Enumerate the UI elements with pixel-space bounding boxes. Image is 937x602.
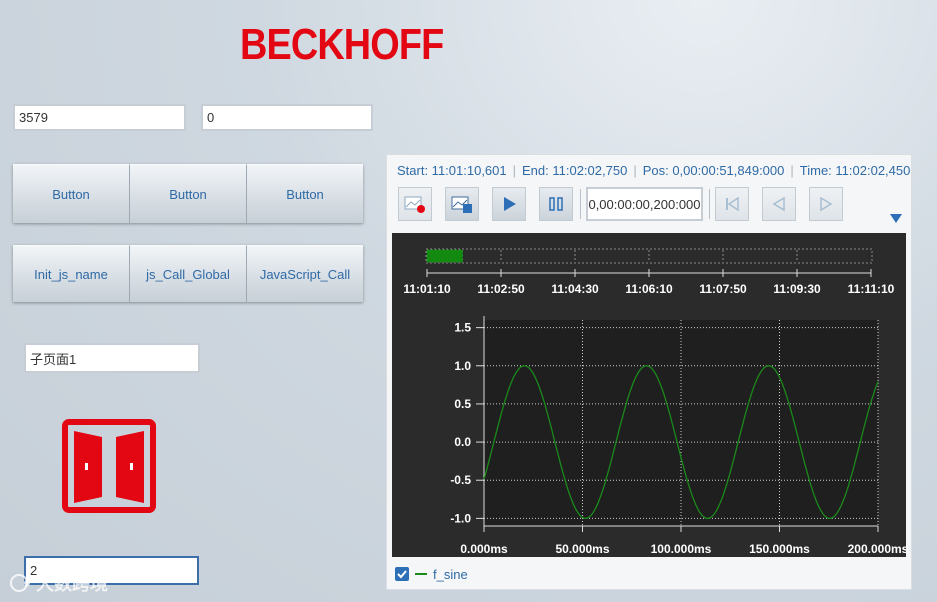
x-tick-label: 150.000ms	[749, 542, 810, 556]
y-tick-label: -0.5	[450, 473, 471, 487]
trend-info-bar: Start: 11:01:10,601 | End: 11:02:02,750 …	[397, 162, 911, 178]
trend-plot: 11:01:10 11:02:50 11:04:30 11:06:10 11:07:50…	[392, 233, 909, 557]
overview-tick-label: 11:02:50	[477, 282, 525, 296]
button-2[interactable]: Button	[130, 164, 247, 223]
overview-tick-label: 11:06:10	[625, 282, 673, 296]
x-tick-label: 0.000ms	[460, 542, 508, 556]
overview-tick-label: 11:07:50	[699, 282, 747, 296]
subpage-field[interactable]: 子页面1	[24, 343, 200, 373]
current-time: Time: 11:02:02,450	[799, 162, 911, 178]
end-time: End: 11:02:02,750	[522, 162, 628, 178]
y-tick-label: -1.0	[450, 511, 471, 525]
y-tick-label: 1.0	[454, 359, 471, 373]
y-tick-label: 0.0	[454, 435, 471, 449]
trend-panel: Start: 11:01:10,601 | End: 11:02:02,750 …	[386, 154, 912, 590]
trend-legend: f_sine	[395, 564, 468, 584]
step-back-icon[interactable]	[762, 187, 796, 221]
trend-toolbar: 0,00:00:00,200:000	[387, 185, 911, 225]
pause-icon[interactable]	[539, 187, 573, 221]
button-row-1: Button Button Button	[13, 164, 363, 223]
interval-field[interactable]: 0,00:00:00,200:000	[586, 187, 703, 221]
overview-tick-label: 11:09:30	[773, 282, 821, 296]
js-call-global-button[interactable]: js_Call_Global	[130, 245, 247, 302]
x-tick-label: 50.000ms	[555, 542, 609, 556]
skip-start-icon[interactable]	[715, 187, 749, 221]
legend-label: f_sine	[433, 566, 468, 582]
dropdown-arrow-icon[interactable]	[890, 211, 904, 223]
beckhoff-logo: BECKHOFF	[240, 20, 444, 69]
javascript-call-button[interactable]: JavaScript_Call	[247, 245, 363, 302]
door-open-icon[interactable]	[62, 419, 156, 513]
start-time: Start: 11:01:10,601	[397, 162, 507, 178]
button-1[interactable]: Button	[13, 164, 130, 223]
overview-tick-label: 11:01:10	[403, 282, 451, 296]
overview-range[interactable]	[426, 249, 464, 263]
position-time: Pos: 0,00:00:51,849:000	[642, 162, 785, 178]
value-field-1[interactable]: 3579	[13, 104, 186, 131]
init-js-name-button[interactable]: Init_js_name	[13, 245, 130, 302]
y-tick-label: 1.5	[454, 321, 471, 335]
step-forward-icon[interactable]	[809, 187, 843, 221]
overview-ticks: 11:01:10 11:02:50 11:04:30 11:06:10 11:07:50…	[403, 250, 895, 296]
legend-line	[415, 573, 427, 575]
trend-chart: 11:01:10 11:02:50 11:04:30 11:06:10 11:07:50…	[403, 248, 909, 556]
play-icon[interactable]	[492, 187, 526, 221]
watermark-text: 大数跨境	[36, 574, 108, 594]
watermark-logo-icon	[10, 574, 30, 592]
series-checkbox[interactable]	[395, 567, 409, 581]
overview-tick-label: 11:11:10	[848, 282, 895, 296]
button-row-2: Init_js_name js_Call_Global JavaScript_C…	[13, 245, 363, 302]
x-tick-label: 100.000ms	[651, 542, 712, 556]
save-icon[interactable]	[445, 187, 479, 221]
y-tick-label: 0.5	[454, 397, 471, 411]
value-field-2[interactable]: 0	[201, 104, 373, 131]
button-3[interactable]: Button	[247, 164, 363, 223]
x-tick-label: 200.000ms	[848, 542, 906, 556]
overview-tick-label: 11:04:30	[551, 282, 599, 296]
watermark: 大数跨境	[8, 570, 108, 596]
record-icon[interactable]	[398, 187, 432, 221]
